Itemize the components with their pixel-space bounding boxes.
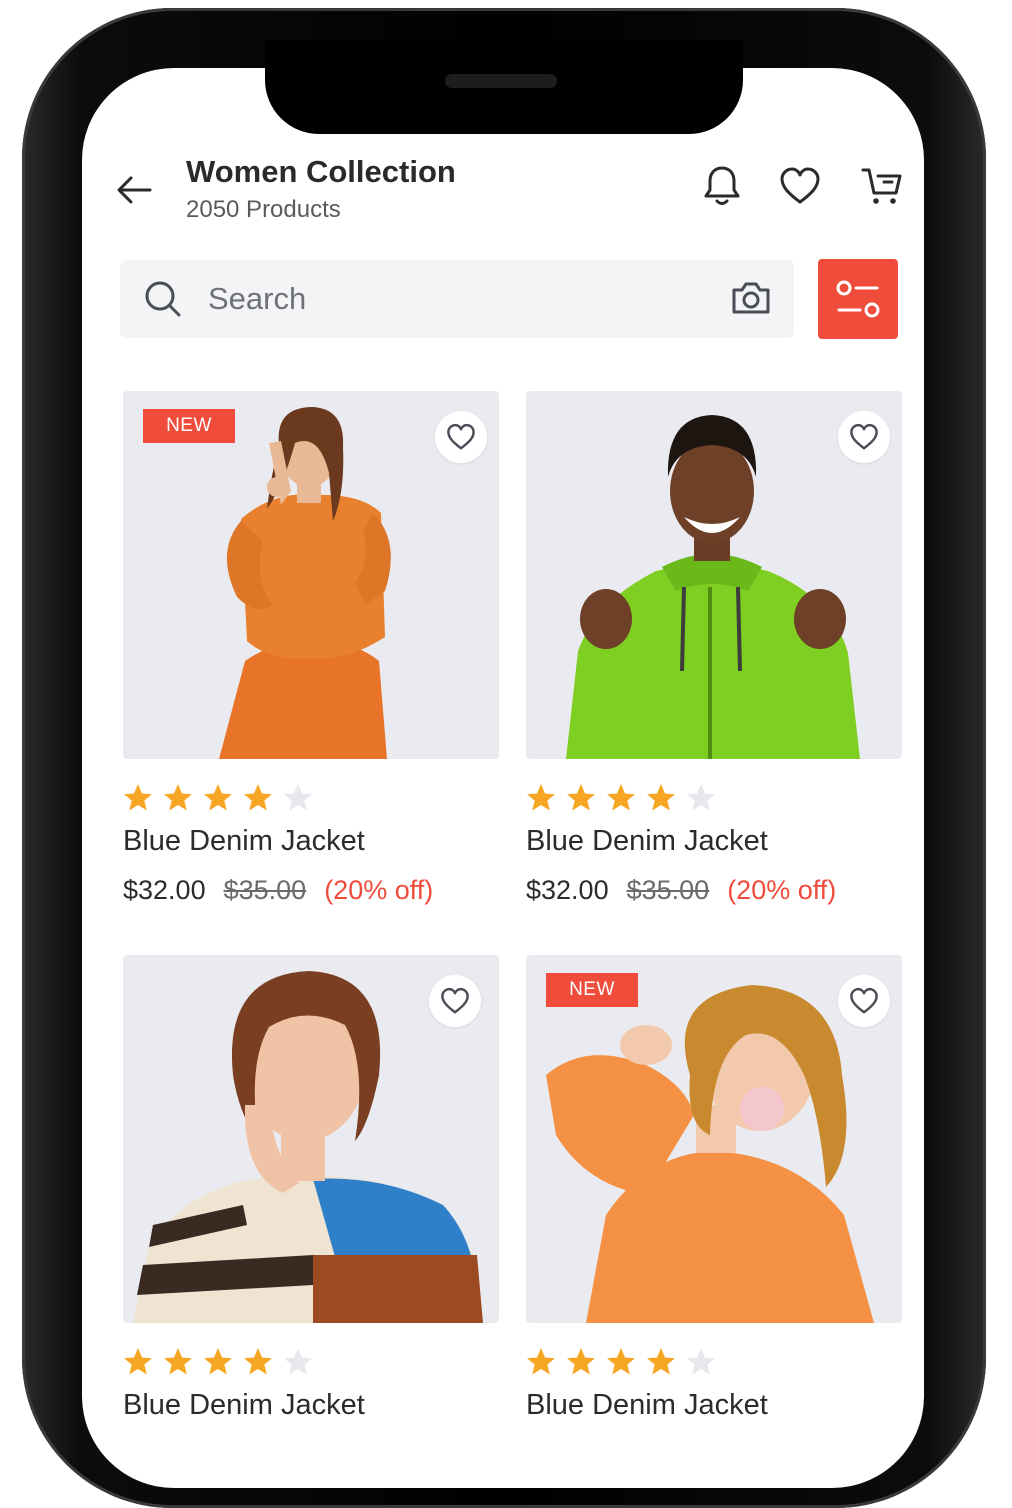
new-badge: NEW xyxy=(143,409,235,443)
filter-icon xyxy=(836,280,880,318)
price-row: $32.00 $35.00 (20% off) xyxy=(123,875,433,906)
heart-icon xyxy=(850,987,878,1014)
page-title: Women Collection xyxy=(186,154,456,189)
wishlist-toggle[interactable] xyxy=(838,975,890,1027)
heart-icon xyxy=(447,423,475,450)
search-icon xyxy=(145,281,181,317)
camera-icon[interactable] xyxy=(730,278,772,318)
product-count: 2050 Products xyxy=(186,196,341,223)
current-price: $32.00 xyxy=(526,875,609,905)
rating-stars xyxy=(123,1347,313,1376)
wishlist-toggle[interactable] xyxy=(429,975,481,1027)
phone-speaker xyxy=(445,74,557,88)
cart-button[interactable] xyxy=(856,160,908,212)
star-filled-icon xyxy=(124,1348,152,1375)
discount-label: (20% off) xyxy=(727,875,837,905)
original-price: $35.00 xyxy=(223,875,307,905)
bell-icon xyxy=(704,166,740,205)
search-input[interactable] xyxy=(208,278,708,320)
product-name: Blue Denim Jacket xyxy=(526,825,768,857)
star-filled-icon xyxy=(204,784,232,811)
cart-icon xyxy=(861,168,902,204)
product-name: Blue Denim Jacket xyxy=(123,825,365,857)
star-filled-icon xyxy=(204,1348,232,1375)
rating-stars xyxy=(526,1347,716,1376)
back-button[interactable] xyxy=(112,168,156,212)
star-filled-icon xyxy=(607,1348,635,1375)
star-filled-icon xyxy=(244,1348,272,1375)
star-filled-icon xyxy=(647,784,675,811)
star-empty-icon xyxy=(687,1348,715,1375)
new-badge: NEW xyxy=(546,973,638,1007)
star-filled-icon xyxy=(607,784,635,811)
star-empty-icon xyxy=(687,784,715,811)
current-price: $32.00 xyxy=(123,875,206,905)
star-empty-icon xyxy=(284,1348,312,1375)
star-filled-icon xyxy=(527,1348,555,1375)
star-filled-icon xyxy=(164,1348,192,1375)
wishlist-toggle[interactable] xyxy=(435,411,487,463)
star-filled-icon xyxy=(124,784,152,811)
rating-stars xyxy=(123,783,313,812)
heart-icon xyxy=(780,167,820,204)
star-filled-icon xyxy=(567,1348,595,1375)
back-arrow-icon xyxy=(117,176,152,204)
heart-icon xyxy=(441,987,469,1014)
rating-stars xyxy=(526,783,716,812)
star-empty-icon xyxy=(284,784,312,811)
discount-label: (20% off) xyxy=(324,875,434,905)
star-filled-icon xyxy=(244,784,272,811)
price-row: $32.00 $35.00 (20% off) xyxy=(526,875,836,906)
star-filled-icon xyxy=(567,784,595,811)
product-name: Blue Denim Jacket xyxy=(526,1389,768,1421)
wishlist-toggle[interactable] xyxy=(838,411,890,463)
product-name: Blue Denim Jacket xyxy=(123,1389,365,1421)
original-price: $35.00 xyxy=(626,875,710,905)
star-filled-icon xyxy=(164,784,192,811)
star-filled-icon xyxy=(527,784,555,811)
filter-button[interactable] xyxy=(818,259,898,339)
heart-icon xyxy=(850,423,878,450)
notifications-button[interactable] xyxy=(696,160,748,212)
star-filled-icon xyxy=(647,1348,675,1375)
wishlist-button[interactable] xyxy=(774,160,826,212)
search-bar xyxy=(120,260,794,338)
